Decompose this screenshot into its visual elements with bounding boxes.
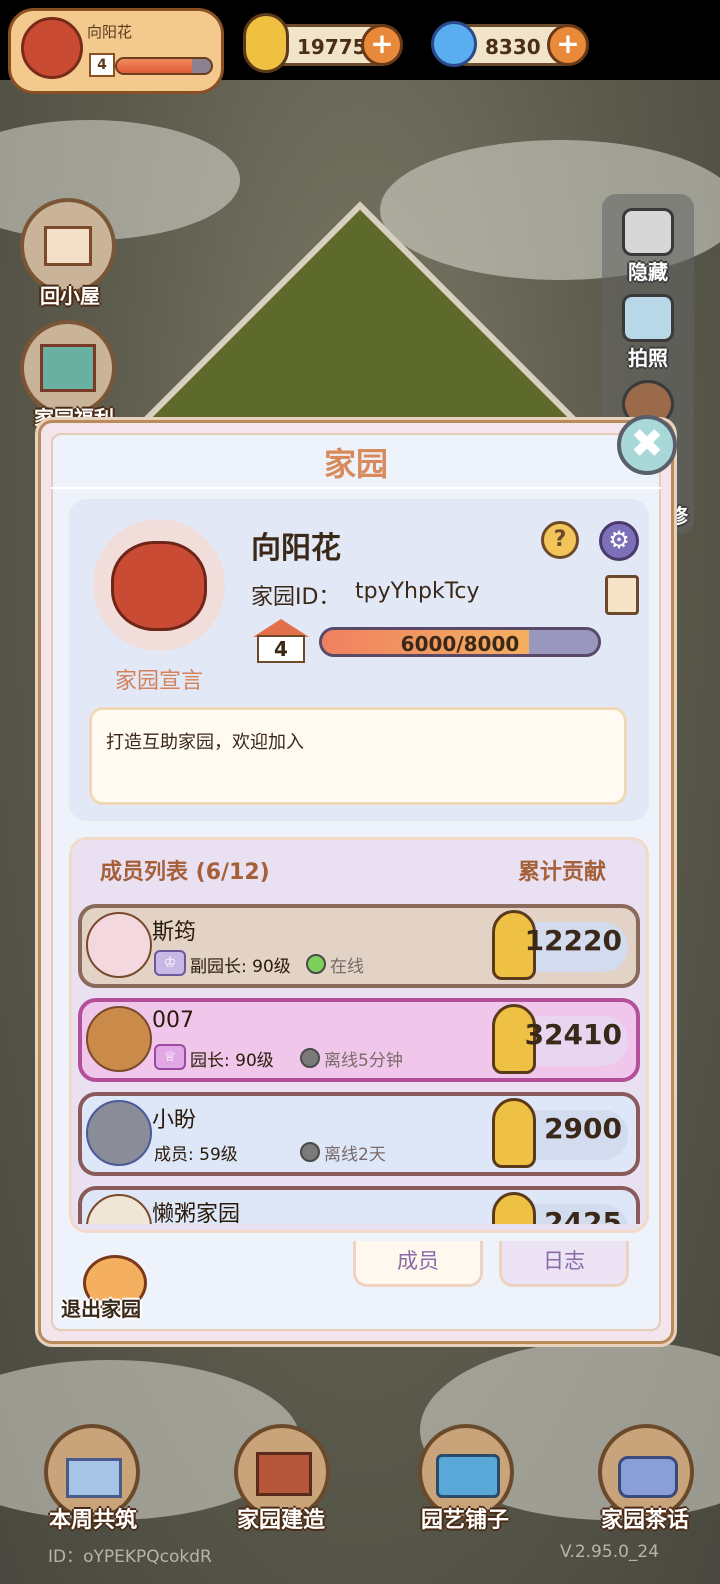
vice-leader-icon: ♔	[154, 950, 186, 976]
gem-value: 8330	[485, 35, 541, 59]
offline-status-icon	[300, 1048, 320, 1068]
member-row[interactable]: 懒粥家园 2425	[78, 1186, 640, 1224]
coin-counter: 19775 +	[243, 13, 403, 73]
tab-members[interactable]: 成员	[353, 1241, 483, 1287]
garden-dialog: 家园 ✖ 家园宣言 向阳花 家园ID： tpyYhpkTcy ? ⚙ 4 600…	[38, 415, 677, 1344]
podium-icon	[66, 1458, 122, 1498]
hide-label: 隐藏	[628, 260, 668, 284]
photo-button[interactable]: 拍照	[608, 294, 688, 371]
member-name: 007	[152, 1008, 194, 1033]
garden-chat-label: 家园茶话	[600, 1508, 689, 1533]
player-id-text: ID：oYPEKPQcokdR	[48, 1547, 212, 1567]
swirl-gem-icon	[431, 21, 477, 67]
garden-xp-bar: 6000/8000	[319, 627, 601, 657]
manifesto-box: 打造互助家园，欢迎加入	[89, 707, 627, 805]
member-name: 小盼	[152, 1108, 197, 1133]
player-xp-fill	[117, 59, 193, 73]
weekly-build-label: 本周共筑	[48, 1508, 137, 1533]
member-avatar	[86, 1006, 152, 1072]
garden-name: 向阳花	[251, 531, 341, 566]
dialog-title: 家园	[323, 445, 388, 483]
contribution-title: 累计贡献	[517, 860, 606, 885]
bricks-icon	[256, 1452, 312, 1496]
player-profile[interactable]: 向阳花 4	[8, 8, 224, 94]
member-header: 成员列表 (6/12) 累计贡献	[72, 840, 646, 892]
version-text: V.2.95.0_24	[560, 1542, 660, 1562]
member-panel: 成员列表 (6/12) 累计贡献 斯筠 ♔ 副园长: 90级 在线 12220 …	[69, 837, 649, 1233]
copy-icon[interactable]	[605, 575, 639, 615]
garden-level: 4	[257, 635, 305, 663]
manifesto-text: 打造互助家园，欢迎加入	[106, 732, 304, 753]
garden-id-label: 家园ID：	[251, 585, 341, 610]
online-status-icon	[306, 954, 326, 974]
member-role: 园长: 90级	[190, 1051, 274, 1071]
member-row[interactable]: 小盼 成员: 59级 离线2天 2900	[78, 1092, 640, 1176]
home-label: 回小屋	[40, 284, 100, 308]
player-name: 向阳花	[87, 23, 133, 41]
leave-garden-button[interactable]: 退出家园	[61, 1293, 141, 1322]
member-avatar	[86, 1194, 152, 1224]
gem-counter: 8330 +	[431, 21, 589, 67]
snail-trophy-icon	[492, 1192, 536, 1224]
garden-info-card: 家园宣言 向阳花 家园ID： tpyYhpkTcy ? ⚙ 4 6000/800…	[69, 499, 649, 821]
garden-level-badge: 4	[253, 619, 309, 663]
snail-coin-icon	[243, 13, 289, 73]
garden-build-label: 家园建造	[236, 1508, 325, 1533]
frame-icon	[622, 208, 674, 256]
help-icon[interactable]: ?	[541, 521, 579, 559]
title-divider	[51, 487, 661, 489]
member-status: 离线5分钟	[324, 1051, 403, 1071]
camera-icon	[622, 294, 674, 342]
member-status: 在线	[330, 957, 364, 977]
rose-avatar	[21, 17, 83, 79]
rose-emblem-icon	[111, 541, 207, 631]
tab-log[interactable]: 日志	[499, 1241, 629, 1287]
member-contribution: 12220	[524, 924, 622, 957]
coin-value: 19775	[297, 35, 367, 59]
add-gems-button[interactable]: +	[547, 24, 589, 66]
player-level-badge: 4	[89, 53, 115, 77]
gear-icon[interactable]: ⚙	[599, 521, 639, 561]
house-icon	[44, 226, 92, 266]
member-list-title: 成员列表 (6/12)	[100, 860, 270, 885]
member-row[interactable]: 斯筠 ♔ 副园长: 90级 在线 12220	[78, 904, 640, 988]
player-xp-bar	[115, 57, 213, 75]
member-avatar	[86, 912, 152, 978]
member-contribution: 2425	[544, 1206, 622, 1224]
add-coins-button[interactable]: +	[361, 24, 403, 66]
photo-label: 拍照	[628, 346, 668, 370]
member-contribution: 32410	[524, 1018, 622, 1051]
hide-button[interactable]: 隐藏	[608, 208, 688, 285]
gift-icon	[40, 344, 96, 392]
garden-avatar	[93, 519, 225, 651]
member-avatar	[86, 1100, 152, 1166]
close-button[interactable]: ✖	[617, 415, 677, 475]
planter-icon	[436, 1454, 500, 1498]
garden-shop-label: 园艺铺子	[420, 1508, 509, 1533]
member-role: 副园长: 90级	[190, 957, 291, 977]
manifesto-label: 家园宣言	[114, 669, 203, 694]
garden-id-value: tpyYhpkTcy	[355, 579, 480, 604]
snail-trophy-icon	[492, 1098, 536, 1168]
member-name: 懒粥家园	[152, 1202, 241, 1224]
offline-status-icon	[300, 1142, 320, 1162]
member-list[interactable]: 斯筠 ♔ 副园长: 90级 在线 12220 007 ♕ 园长: 90级 离线5…	[78, 900, 640, 1224]
member-status: 离线2天	[324, 1145, 386, 1165]
member-name: 斯筠	[152, 920, 197, 945]
leader-crown-icon: ♕	[154, 1044, 186, 1070]
member-row[interactable]: 007 ♕ 园长: 90级 离线5分钟 32410	[78, 998, 640, 1082]
member-contribution: 2900	[544, 1112, 622, 1145]
member-role: 成员: 59级	[154, 1145, 238, 1165]
garden-xp-text: 6000/8000	[400, 632, 520, 656]
chat-bubble-icon	[618, 1456, 678, 1498]
